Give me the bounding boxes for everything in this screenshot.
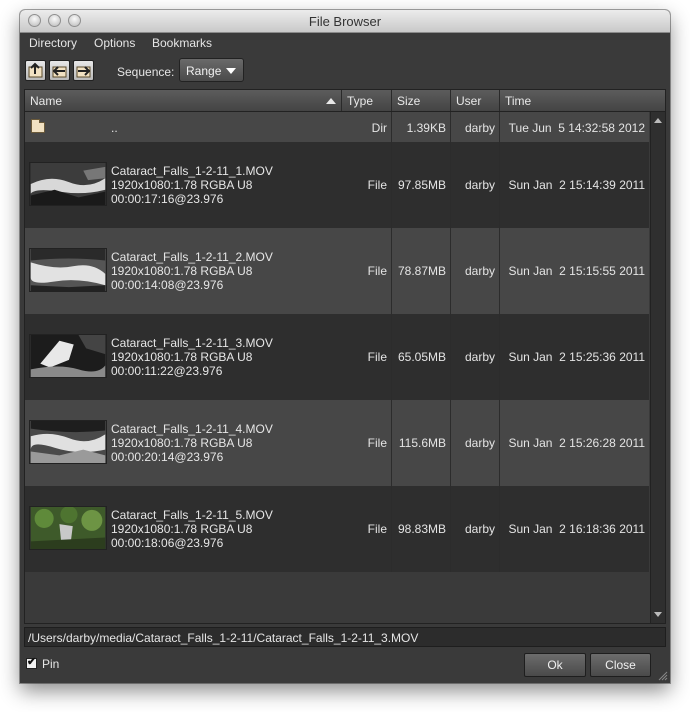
row-time: Sun Jan 2 16:18:36 2011 (508, 522, 645, 536)
column-type-label: Type (347, 94, 374, 108)
row-size: 98.83MB (397, 522, 446, 536)
file-timecode: 00:00:18:06@23.976 (111, 536, 224, 550)
file-timecode: 00:00:20:14@23.976 (111, 450, 224, 464)
row-user: darby (464, 350, 495, 364)
file-timecode: 00:00:14:08@23.976 (111, 278, 224, 292)
chevron-down-icon (226, 68, 236, 74)
folder-up-icon (28, 62, 43, 78)
video-thumbnail (29, 334, 107, 378)
column-size[interactable]: Size (392, 90, 451, 111)
file-resolution: 1920x1080:1.78 RGBA U8 (111, 178, 253, 192)
column-user[interactable]: User (451, 90, 500, 111)
file-timecode: 00:00:17:16@23.976 (111, 192, 224, 206)
folder-icon (31, 119, 45, 133)
file-name: Cataract_Falls_1-2-11_3.MOV (111, 336, 273, 350)
row-size: 115.6MB (398, 436, 446, 450)
row-user: darby (464, 436, 495, 450)
table-row[interactable]: Cataract_Falls_1-2-11_3.MOV 1920x1080:1.… (25, 314, 649, 400)
row-type: File (367, 350, 387, 364)
scroll-down-icon[interactable] (654, 612, 662, 617)
row-time: Sun Jan 2 15:25:36 2011 (508, 350, 645, 364)
column-name[interactable]: Name (25, 90, 342, 111)
column-time[interactable]: Time (500, 90, 665, 111)
file-name: Cataract_Falls_1-2-11_4.MOV (111, 422, 273, 436)
row-type: File (367, 264, 387, 278)
row-size: 1.39KB (406, 121, 446, 135)
menu-bookmarks[interactable]: Bookmarks (152, 36, 212, 50)
table-row[interactable]: Cataract_Falls_1-2-11_1.MOV 1920x1080:1.… (25, 142, 649, 228)
row-user: darby (464, 264, 495, 278)
row-size: 78.87MB (397, 264, 446, 278)
close-button[interactable]: Close (590, 653, 651, 677)
window-title: File Browser (308, 14, 382, 29)
row-time: Tue Jun 5 14:32:58 2012 (508, 121, 645, 135)
video-thumbnail (29, 420, 107, 464)
column-header: Name Type Size User Time (25, 90, 665, 112)
row-size: 65.05MB (397, 350, 446, 364)
file-resolution: 1920x1080:1.78 RGBA U8 (111, 350, 253, 364)
table-row[interactable]: Cataract_Falls_1-2-11_2.MOV 1920x1080:1.… (25, 228, 649, 314)
title-bar: File Browser (20, 10, 670, 33)
menu-options[interactable]: Options (94, 36, 135, 50)
menu-directory[interactable]: Directory (29, 36, 77, 50)
table-row-parent[interactable]: .. Dir 1.39KB darby Tue Jun 5 14:32:58 2… (25, 112, 649, 142)
toolbar: Sequence: Range (20, 54, 670, 88)
column-time-label: Time (505, 94, 532, 108)
sort-ascending-icon (326, 98, 336, 104)
row-type: File (367, 436, 387, 450)
row-time: Sun Jan 2 15:26:28 2011 (508, 436, 645, 450)
file-resolution: 1920x1080:1.78 RGBA U8 (111, 264, 253, 278)
row-user: darby (464, 522, 495, 536)
checkmark-icon: ✔ (27, 656, 37, 668)
folder-back-icon (52, 66, 67, 78)
file-resolution: 1920x1080:1.78 RGBA U8 (111, 522, 253, 536)
folder-up-button[interactable] (25, 60, 46, 81)
video-thumbnail (29, 506, 107, 550)
vertical-scrollbar[interactable] (650, 112, 665, 623)
sequence-dropdown[interactable]: Range (179, 58, 244, 82)
column-type[interactable]: Type (342, 90, 392, 111)
file-timecode: 00:00:11:22@23.976 (111, 364, 223, 378)
parent-dir-name: .. (111, 121, 118, 135)
file-resolution: 1920x1080:1.78 RGBA U8 (111, 436, 253, 450)
ok-button[interactable]: Ok (524, 653, 586, 677)
video-thumbnail (29, 248, 107, 292)
file-name: Cataract_Falls_1-2-11_2.MOV (111, 250, 273, 264)
folder-forward-icon (76, 66, 91, 78)
menu-bar: Directory Options Bookmarks (20, 33, 670, 53)
row-user: darby (464, 178, 495, 192)
column-name-label: Name (30, 94, 63, 108)
column-user-label: User (456, 94, 482, 108)
table-row[interactable]: Cataract_Falls_1-2-11_4.MOV 1920x1080:1.… (25, 400, 649, 486)
table-row[interactable]: Cataract_Falls_1-2-11_5.MOV 1920x1080:1.… (25, 486, 649, 572)
path-field[interactable]: /Users/darby/media/Cataract_Falls_1-2-11… (24, 627, 666, 647)
scroll-up-icon[interactable] (654, 118, 662, 123)
file-browser-window: File Browser Directory Options Bookmarks… (20, 10, 670, 683)
row-type: File (367, 522, 387, 536)
folder-back-button[interactable] (49, 60, 70, 81)
pin-label: Pin (42, 657, 60, 671)
row-time: Sun Jan 2 15:15:55 2011 (508, 264, 645, 278)
sequence-value: Range (186, 64, 222, 78)
video-thumbnail (29, 162, 107, 206)
file-name: Cataract_Falls_1-2-11_5.MOV (111, 508, 273, 522)
file-name: Cataract_Falls_1-2-11_1.MOV (111, 164, 273, 178)
row-user: darby (464, 121, 495, 135)
row-time: Sun Jan 2 15:14:39 2011 (508, 178, 645, 192)
column-size-label: Size (397, 94, 421, 108)
row-type: Dir (371, 121, 387, 135)
sequence-label: Sequence: (117, 65, 175, 79)
row-type: File (367, 178, 387, 192)
folder-forward-button[interactable] (73, 60, 94, 81)
file-list: Name Type Size User Time .. Dir 1.39KB d… (24, 89, 666, 624)
row-size: 97.85MB (397, 178, 446, 192)
resize-grip-icon[interactable] (658, 671, 668, 681)
